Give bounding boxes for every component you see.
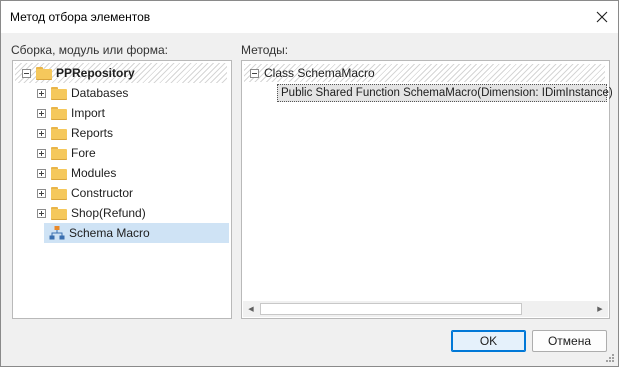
expand-toggle[interactable] [37,208,46,218]
ok-button[interactable]: OK [451,330,526,352]
tree-root-label: PPRepository [56,66,135,80]
folder-icon [51,166,67,180]
close-icon [596,11,608,23]
folder-icon [51,186,67,200]
collapse-toggle[interactable] [22,68,31,78]
folder-icon [51,106,67,120]
schema-icon [49,226,65,240]
tree-item-constructor[interactable]: Constructor [37,183,133,203]
tree-item-fore[interactable]: Fore [37,143,96,163]
expand-toggle[interactable] [37,108,46,118]
horizontal-scrollbar[interactable]: ◀ ▶ [243,301,608,317]
method-item[interactable]: Public Shared Function SchemaMacro(Dimen… [277,84,613,102]
tree-item-label: Reports [71,126,114,140]
scroll-right-arrow-icon[interactable]: ▶ [592,301,608,317]
tree-item-shop-refund[interactable]: Shop(Refund) [37,203,146,223]
tree-root[interactable]: PPRepository [15,63,227,83]
tree-item-label: Databases [71,86,129,100]
assembly-tree[interactable]: PPRepository Databases Import Reports Fo… [12,60,232,319]
expand-toggle[interactable] [37,168,46,178]
method-item-label: Public Shared Function SchemaMacro(Dimen… [281,87,613,99]
right-panel-label: Методы: [241,43,289,57]
collapse-toggle[interactable] [250,68,259,78]
expand-toggle[interactable] [37,128,46,138]
close-button[interactable] [586,1,618,33]
tree-item-databases[interactable]: Databases [37,83,128,103]
tree-item-label: Modules [71,166,117,180]
tree-item-label: Import [71,106,106,120]
tree-item-reports[interactable]: Reports [37,123,113,143]
tree-item-label: Fore [71,146,96,160]
left-panel-label: Сборка, модуль или форма: [11,43,168,57]
folder-icon [51,86,67,100]
tree-item-import[interactable]: Import [37,103,105,123]
methods-tree[interactable]: Class SchemaMacro Public Shared Function… [241,60,613,319]
dialog-title: Метод отбора элементов [10,10,151,24]
folder-icon [51,146,67,160]
folder-icon [51,126,67,140]
expand-toggle[interactable] [37,188,46,198]
folder-icon [36,66,52,80]
cancel-button[interactable]: Отмена [532,330,607,352]
expand-toggle[interactable] [37,88,46,98]
folder-icon [51,206,67,220]
title-bar: Метод отбора элементов [1,1,618,33]
expand-toggle[interactable] [37,148,46,158]
class-node[interactable]: Class SchemaMacro [244,64,605,82]
scrollbar-thumb[interactable] [260,303,522,315]
tree-item-label: Schema Macro [69,226,150,240]
tree-item-label: Constructor [71,186,134,200]
scroll-left-arrow-icon[interactable]: ◀ [243,301,259,317]
tree-item-schema-macro[interactable]: Schema Macro [44,223,229,243]
tree-item-modules[interactable]: Modules [37,163,116,183]
dialog-window: Метод отбора элементов Сборка, модуль ил… [0,0,619,367]
class-node-label: Class SchemaMacro [264,66,375,80]
resize-grip-icon[interactable] [605,353,615,363]
tree-item-label: Shop(Refund) [71,206,146,220]
